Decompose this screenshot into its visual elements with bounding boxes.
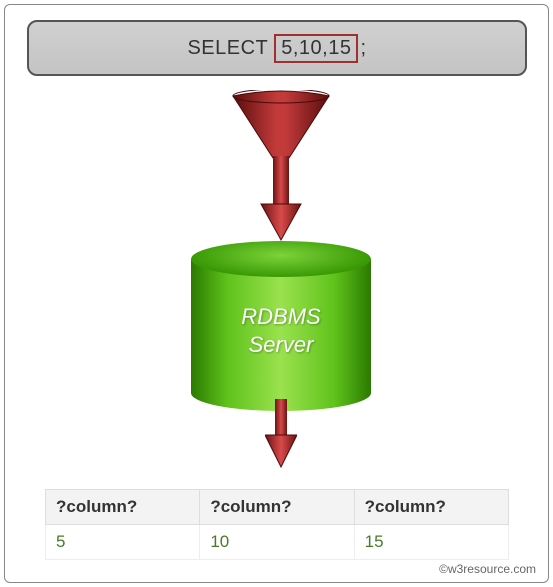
sql-values-boxed: 5,10,15 [274,34,358,63]
table-cell: 5 [46,525,200,560]
table-row: 5 10 15 [46,525,509,560]
column-header: ?column? [200,490,354,525]
result-table: ?column? ?column? ?column? 5 10 15 [45,489,509,560]
cylinder-label-line2: Server [249,332,314,357]
cylinder-top [191,241,371,277]
column-header: ?column? [354,490,508,525]
table-cell: 15 [354,525,508,560]
cylinder-label-line1: RDBMS [241,304,320,329]
rdbms-cylinder: RDBMS Server [191,241,371,411]
diagram-canvas: SELECT 5,10,15 ; [4,4,549,583]
table-header-row: ?column? ?column? ?column? [46,490,509,525]
sql-statement-box: SELECT 5,10,15 ; [27,20,527,76]
sql-terminator: ; [360,37,366,60]
table-cell: 10 [200,525,354,560]
output-arrow-icon [265,399,297,469]
attribution-text: ©w3resource.com [439,562,536,576]
cylinder-label: RDBMS Server [191,303,371,358]
sql-keyword: SELECT [187,37,268,60]
funnel-arrow-icon [231,90,331,250]
column-header: ?column? [46,490,200,525]
